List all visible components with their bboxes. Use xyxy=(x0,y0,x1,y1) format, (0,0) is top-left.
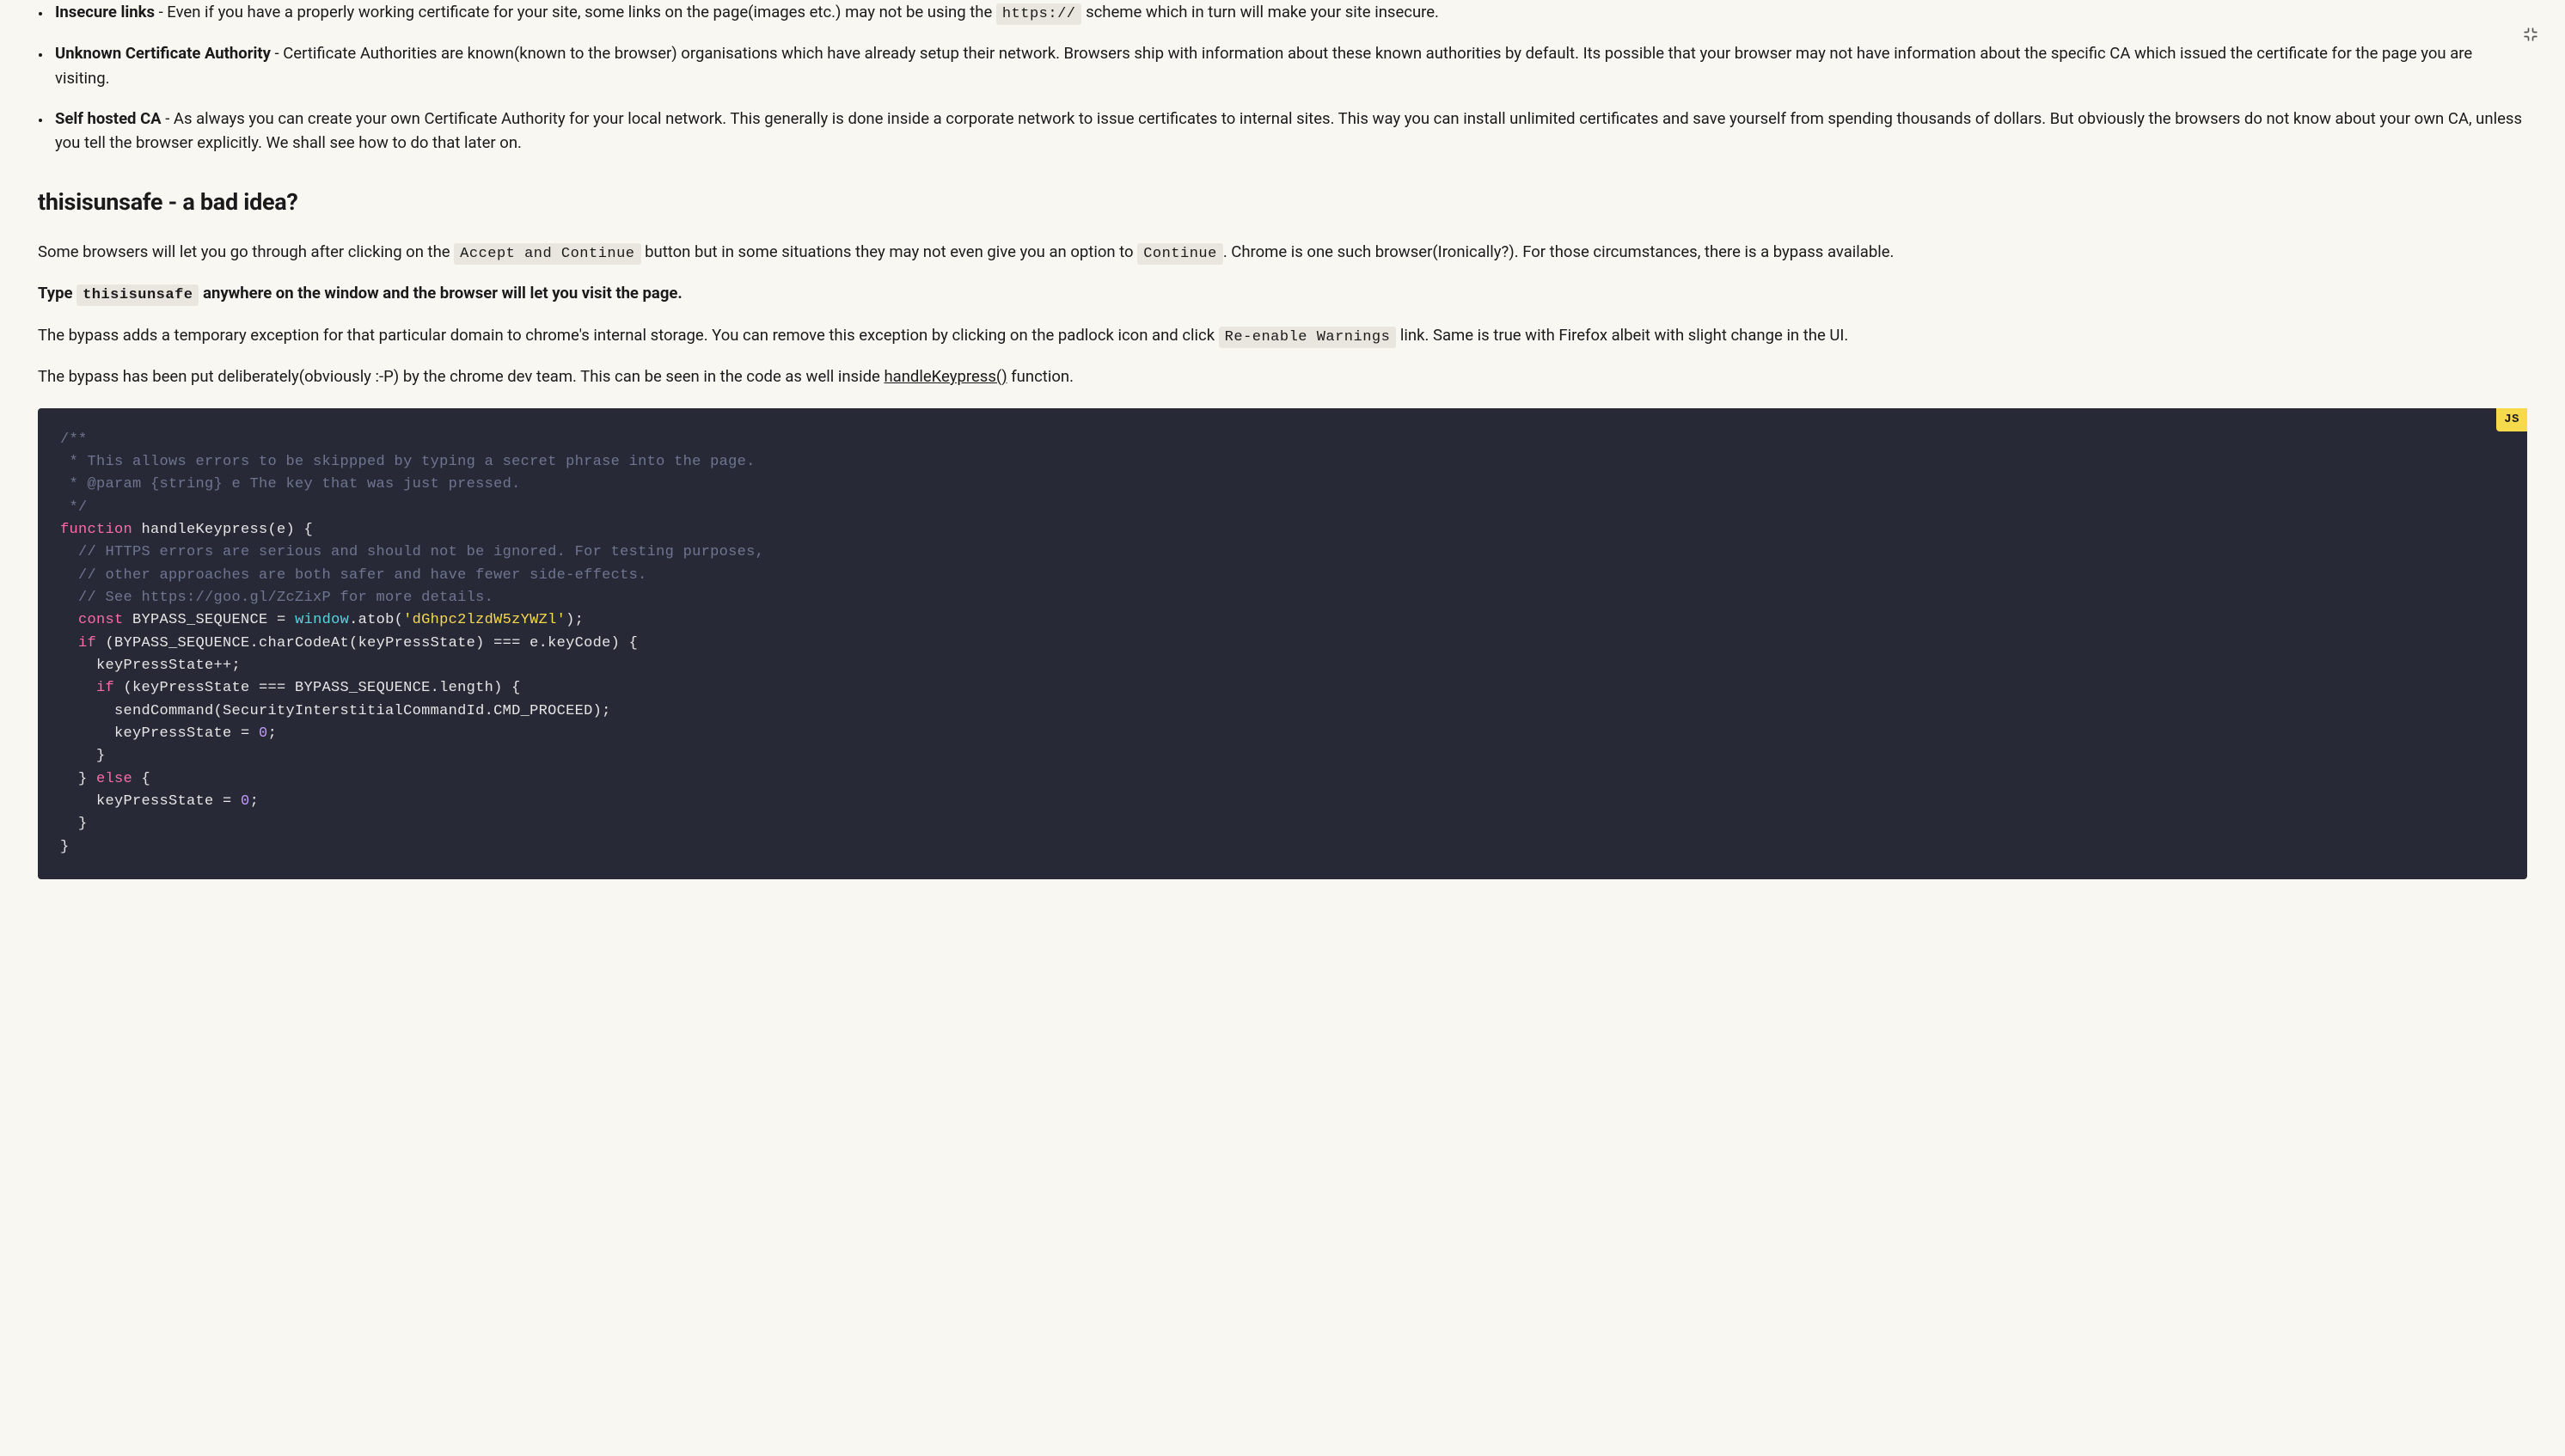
code-token: 'dGhpc2lzdW5zYWZl' xyxy=(403,612,566,628)
exit-fullscreen-icon[interactable] xyxy=(2517,21,2544,48)
code-token: keyPressState = xyxy=(60,725,259,742)
code-line: } xyxy=(60,816,88,832)
paragraph: The bypass has been put deliberately(obv… xyxy=(38,364,2527,389)
code-line: /** xyxy=(60,431,88,448)
code-token: 0 xyxy=(241,793,250,810)
reason-term: Unknown Certificate Authority xyxy=(55,44,271,63)
code-token: else xyxy=(96,771,132,787)
handle-keypress-link[interactable]: handleKeypress() xyxy=(884,367,1007,386)
text: Type xyxy=(38,284,77,303)
code-token: const xyxy=(60,612,124,628)
code-token: function xyxy=(60,522,132,538)
text: button but in some situations they may n… xyxy=(641,242,1138,261)
code-token: handleKeypress(e) { xyxy=(132,522,313,538)
list-item: Unknown Certificate Authority - Certific… xyxy=(52,41,2527,90)
paragraph: The bypass adds a temporary exception fo… xyxy=(38,323,2527,349)
code-token: 0 xyxy=(259,725,268,742)
text: Some browsers will let you go through af… xyxy=(38,242,454,261)
code-line: } xyxy=(60,748,106,764)
list-item: Self hosted CA - As always you can creat… xyxy=(52,107,2527,156)
reasons-list: Insecure links - Even if you have a prop… xyxy=(38,0,2527,156)
paragraph: Some browsers will let you go through af… xyxy=(38,240,2527,266)
text: . Chrome is one such browser(Ironically?… xyxy=(1223,242,1895,261)
reason-text: - Even if you have a properly working ce… xyxy=(155,3,996,21)
code-token: ); xyxy=(566,612,584,628)
reason-text: - Certificate Authorities are known(know… xyxy=(55,44,2472,88)
code-line: // other approaches are both safer and h… xyxy=(60,567,647,584)
reason-text: - As always you can create your own Cert… xyxy=(55,109,2522,153)
code-line: keyPressState++; xyxy=(60,658,241,674)
code-block-container: JS /** * This allows errors to be skippp… xyxy=(38,408,2527,880)
reason-term: Insecure links xyxy=(55,3,155,21)
code-token: BYPASS_SEQUENCE = xyxy=(124,612,296,628)
code-token: (keyPressState === BYPASS_SEQUENCE.lengt… xyxy=(114,680,521,696)
code-line: * This allows errors to be skippped by t… xyxy=(60,454,756,470)
section-heading: thisisunsafe - a bad idea? xyxy=(38,185,2527,221)
code-token: if xyxy=(60,635,96,652)
code-token: } xyxy=(60,771,96,787)
text: The bypass adds a temporary exception fo… xyxy=(38,326,1219,345)
text: function. xyxy=(1007,367,1074,386)
code-block: /** * This allows errors to be skippped … xyxy=(38,408,2527,880)
inline-code: Re-enable Warnings xyxy=(1219,327,1397,348)
text: The bypass has been put deliberately(obv… xyxy=(38,367,884,386)
code-line: } xyxy=(60,839,70,855)
text: link. Same is true with Firefox albeit w… xyxy=(1396,326,1848,345)
inline-code: Accept and Continue xyxy=(454,243,640,265)
code-language-badge: JS xyxy=(2496,408,2527,432)
code-token: keyPressState = xyxy=(60,793,241,810)
code-token: ; xyxy=(268,725,278,742)
code-line: sendCommand(SecurityInterstitialCommandI… xyxy=(60,703,611,719)
reason-text: scheme which in turn will make your site… xyxy=(1081,3,1438,21)
code-line: // See https://goo.gl/ZcZixP for more de… xyxy=(60,590,493,606)
code-token: window xyxy=(295,612,349,628)
code-token: .atob( xyxy=(349,612,403,628)
code-token: (BYPASS_SEQUENCE.charCodeAt(keyPressStat… xyxy=(96,635,638,652)
code-line: // HTTPS errors are serious and should n… xyxy=(60,544,764,560)
code-line: * @param {string} e The key that was jus… xyxy=(60,476,521,492)
inline-code: Continue xyxy=(1137,243,1223,265)
text: anywhere on the window and the browser w… xyxy=(199,284,682,303)
code-line: */ xyxy=(60,499,88,516)
inline-code: thisisunsafe xyxy=(77,284,199,306)
inline-code: https:// xyxy=(996,3,1082,25)
code-token: ; xyxy=(250,793,260,810)
code-token: { xyxy=(132,771,150,787)
article-body: Insecure links - Even if you have a prop… xyxy=(0,0,2565,879)
reason-term: Self hosted CA xyxy=(55,109,162,128)
code-token: if xyxy=(60,680,114,696)
paragraph-bold: Type thisisunsafe anywhere on the window… xyxy=(38,281,2527,307)
list-item: Insecure links - Even if you have a prop… xyxy=(52,0,2527,26)
